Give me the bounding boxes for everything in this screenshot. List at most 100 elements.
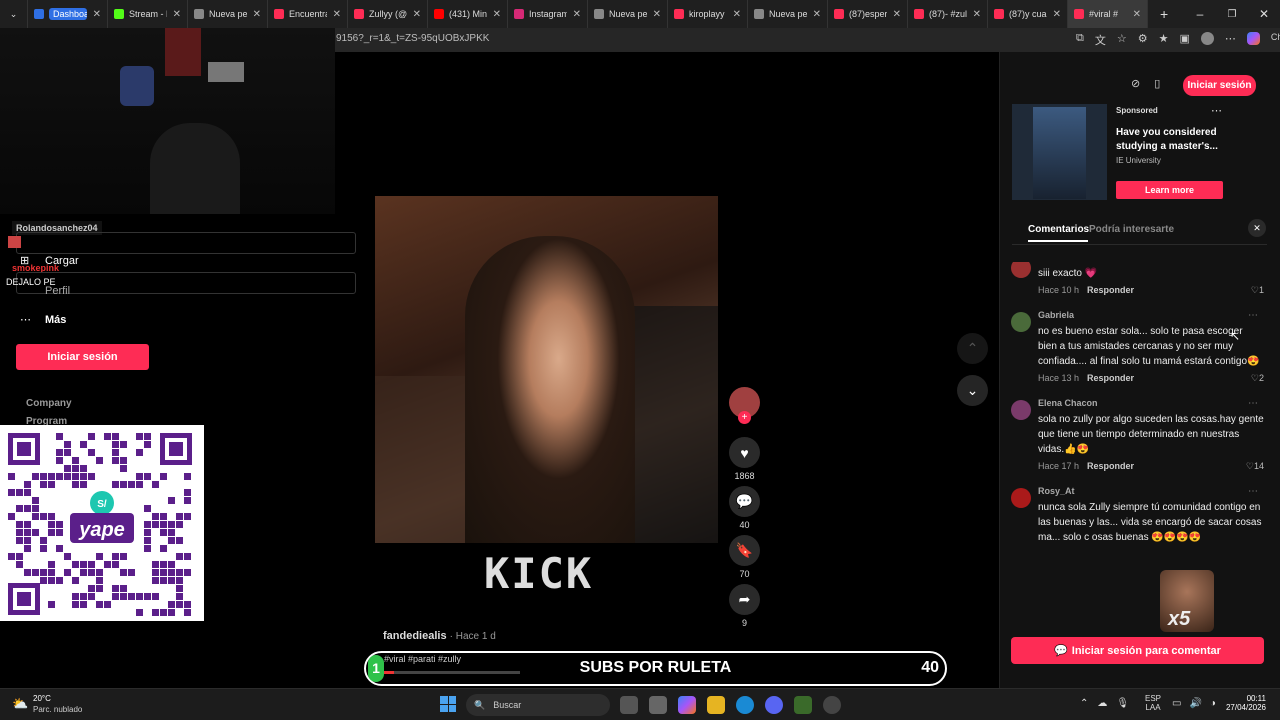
extensions-icon[interactable]: ⚙ [1138,32,1148,48]
header-login-button[interactable]: Iniciar sesión [1183,75,1256,96]
author-avatar[interactable]: + [729,387,760,424]
tab-close-icon[interactable]: ✕ [173,9,181,20]
tab-interesting[interactable]: Podría interesarte [1089,224,1174,235]
footer-company-link[interactable]: Company [26,398,72,409]
translate-icon[interactable]: 文 [1095,32,1106,48]
device-icon[interactable]: ▯ [1154,77,1160,90]
close-panel-icon[interactable]: ✕ [1248,219,1266,237]
chevron-up-icon[interactable]: ⌃ [1080,698,1088,709]
browser-tab[interactable]: Nueva pest ✕ [748,0,828,28]
close-window-icon[interactable]: ✕ [1248,0,1280,28]
tab-close-icon[interactable]: ✕ [1053,9,1061,20]
weather-desc[interactable]: Parc. nublado [33,705,82,714]
more-icon[interactable]: ⋯ [20,313,31,326]
commenter-avatar[interactable] [1011,400,1031,420]
tab-close-icon[interactable]: ✕ [893,9,901,20]
commenter-name[interactable]: Gabriela [1038,310,1264,320]
game-app-icon[interactable] [794,696,812,714]
browser-tab[interactable]: Encuentra ✕ [268,0,348,28]
browser-tab[interactable]: (87)esperen ✕ [828,0,908,28]
ad-learn-more-button[interactable]: Learn more [1116,181,1223,199]
open-external-icon[interactable]: ⧉ [1076,32,1084,48]
url-text[interactable]: 9156?_r=1&_t=ZS-95qUOBxJPKK [336,33,489,44]
tab-close-icon[interactable]: ✕ [253,9,261,20]
commenter-avatar[interactable] [1011,262,1031,278]
favorite-star-icon[interactable]: ☆ [1117,32,1127,48]
browser-tab[interactable]: Nueva pest ✕ [588,0,668,28]
favorites-icon[interactable]: ★ [1159,32,1169,48]
reply-button[interactable]: Responder [1087,373,1134,383]
tab-close-icon[interactable]: ✕ [1133,9,1141,20]
tab-close-icon[interactable]: ✕ [333,9,341,20]
browser-tab[interactable]: (431) Minec ✕ [428,0,508,28]
compass-icon[interactable]: ⊘ [1131,77,1140,90]
taskbar-search[interactable]: 🔍 Buscar [466,694,610,716]
minimize-icon[interactable]: – [1184,0,1216,28]
tab-close-icon[interactable]: ✕ [653,9,661,20]
browser-tab[interactable]: Dashboard ✕ [28,0,108,28]
weather-icon[interactable]: ⛅ [12,696,28,712]
tab-close-icon[interactable]: ✕ [573,9,581,20]
comment-more-icon[interactable]: ⋯ [1248,486,1258,497]
cloud-icon[interactable]: ☁ [1097,698,1107,709]
weather-temp[interactable]: 20°C [33,694,51,703]
windows-start-icon[interactable] [440,696,456,712]
share-arrow-icon[interactable]: ➦ [729,584,760,615]
reply-button[interactable]: Responder [1087,285,1134,295]
video-author[interactable]: fandediealis · Hace 1 d [383,630,496,642]
nav-more[interactable]: Más [45,314,66,326]
discord-icon[interactable] [765,696,783,714]
commenter-avatar[interactable] [1011,488,1031,508]
collections-icon[interactable]: ▣ [1179,32,1189,48]
browser-tab[interactable]: #viral # ✕ [1068,0,1148,28]
tab-close-icon[interactable]: ✕ [93,9,101,20]
tab-close-icon[interactable]: ✕ [973,9,981,20]
browser-tab[interactable]: kiroplayy (@ ✕ [668,0,748,28]
tab-close-icon[interactable]: ✕ [813,9,821,20]
microphone-icon[interactable]: 🎙 [1116,698,1129,709]
tab-close-icon[interactable]: ✕ [493,9,501,20]
next-video-button[interactable]: ⌄ [957,375,988,406]
commenter-avatar[interactable] [1011,312,1031,332]
browser-tab[interactable]: Stream - Kic ✕ [108,0,188,28]
restore-icon[interactable]: ❐ [1216,0,1248,28]
browser-tab[interactable]: Zullyy (@zu ✕ [348,0,428,28]
comment-login-button[interactable]: 💬 Iniciar sesión para comentar [1011,637,1264,664]
task-view-icon[interactable] [620,696,638,714]
comment-likes[interactable]: ♡1 [1251,285,1264,296]
comment-likes[interactable]: ♡14 [1246,461,1264,472]
nav-profile[interactable]: Perfil [45,285,70,297]
comment-more-icon[interactable]: ⋯ [1248,398,1258,409]
tab-comments[interactable]: Comentarios [1028,224,1089,235]
more-menu-icon[interactable]: ⋯ [1225,32,1236,48]
like-heart-icon[interactable]: ♥ [729,437,760,468]
video-player[interactable] [375,196,718,543]
commenter-name[interactable]: Rosy_At [1038,486,1264,496]
login-button-sidebar[interactable]: Iniciar sesión [16,344,149,370]
file-explorer-icon[interactable] [707,696,725,714]
input-language[interactable]: ESP LAA [1145,694,1161,712]
copilot-icon[interactable] [1246,32,1260,45]
ad-thumbnail[interactable] [1012,104,1107,200]
browser-tab[interactable]: Instagram ✕ [508,0,588,28]
commenter-name[interactable]: Elena Chacon [1038,398,1264,408]
ad-more-icon[interactable]: ⋯ [1211,104,1222,117]
comment-icon[interactable]: 💬 [729,486,760,517]
bookmark-icon[interactable]: 🔖 [729,535,760,566]
comment-likes[interactable]: ♡2 [1251,373,1264,384]
profile-avatar[interactable] [1200,32,1214,45]
browser-tab[interactable]: (87)y cual d ✕ [988,0,1068,28]
chat-label[interactable]: Chat [1271,32,1280,48]
obs-icon[interactable] [823,696,841,714]
ad-title[interactable]: Have you considered studying a master's.… [1116,126,1221,154]
new-tab-button[interactable]: + [1148,0,1180,28]
tab-list-button[interactable]: ⌄ [0,0,28,28]
comment-more-icon[interactable]: ⋯ [1248,310,1258,321]
browser-tab[interactable]: Nueva pest ✕ [188,0,268,28]
browser-tab[interactable]: (87)- #zully ✕ [908,0,988,28]
system-status[interactable]: ▭ 🔊 ◑ [1172,698,1216,709]
tab-close-icon[interactable]: ✕ [413,9,421,20]
tab-close-icon[interactable]: ✕ [733,9,741,20]
previous-video-button[interactable]: ⌃ [957,333,988,364]
clock[interactable]: 00:11 27/04/2026 [1222,694,1266,712]
